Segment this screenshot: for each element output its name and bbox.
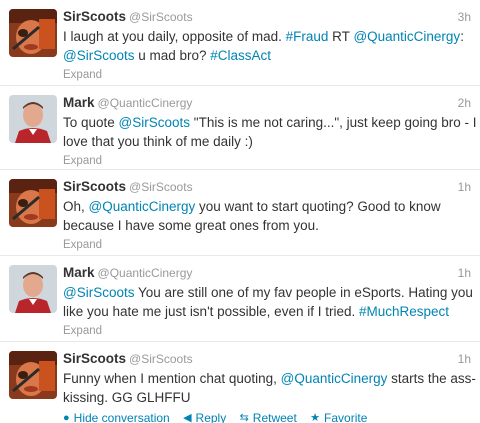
- tweet-timestamp[interactable]: 1h: [458, 178, 471, 196]
- mention-link[interactable]: @SirScoots: [63, 285, 134, 300]
- tweet-text: Oh,: [63, 199, 89, 214]
- tweet-fullname[interactable]: SirScoots: [63, 9, 126, 24]
- tweet-fullname[interactable]: Mark: [63, 95, 95, 110]
- tweet-actions: ● Hide conversation ◀ Reply ⇆ Retweet ★ …: [63, 409, 471, 423]
- tweet-text-line: @SirScoots u mad bro? #ClassAct: [63, 47, 471, 66]
- tweet-text-line: Funny when I mention chat quoting, @Quan…: [63, 370, 476, 389]
- tweet-text-line: To quote @SirScoots "This is me not cari…: [63, 114, 477, 133]
- retweet-label: Retweet: [252, 411, 297, 423]
- tweet-text: RT: [328, 29, 354, 44]
- tweet-text: because I have some great ones from you.: [63, 217, 319, 233]
- tweet-text-line: I laugh at you daily, opposite of mad. #…: [63, 28, 471, 47]
- mention-link[interactable]: @SirScoots: [119, 115, 190, 130]
- mention-link[interactable]: @SirScoots: [63, 48, 134, 63]
- tweet[interactable]: Mark @QuanticCinergy 1h @SirScoots You ar…: [0, 256, 480, 342]
- tweet-fullname[interactable]: SirScoots: [63, 179, 126, 194]
- tweet-timestamp[interactable]: 2h: [458, 94, 471, 112]
- conversation-timeline: SirScoots @SirScoots 3h I laugh at you da…: [0, 0, 480, 423]
- mention-link[interactable]: @QuanticCinergy: [281, 371, 388, 386]
- tweet-text: Funny when I mention chat quoting,: [63, 371, 281, 386]
- avatar-mark[interactable]: [9, 265, 57, 313]
- tweet-text-line: @SirScoots You are still one of my fav p…: [63, 284, 473, 303]
- tweet-fullname[interactable]: SirScoots: [63, 351, 126, 366]
- tweet[interactable]: SirScoots @SirScoots 1h Oh, @QuanticCiner…: [0, 170, 480, 256]
- expand-link[interactable]: Expand: [63, 323, 471, 339]
- avatar-sirscoots[interactable]: [9, 9, 57, 57]
- tweet-text-line: kissing. GG GLHFFU: [63, 389, 471, 408]
- hide-conversation-button[interactable]: ● Hide conversation: [63, 410, 170, 423]
- hashtag-link[interactable]: #Fraud: [286, 29, 329, 44]
- avatar-sirscoots-image: [9, 9, 57, 57]
- tweet[interactable]: SirScoots @SirScoots 1h Funny when I ment…: [0, 342, 480, 423]
- reply-label: Reply: [195, 411, 227, 423]
- expand-link[interactable]: Expand: [63, 237, 471, 253]
- tweet-text: starts the ass-: [387, 371, 476, 386]
- tweet-username[interactable]: @QuanticCinergy: [98, 266, 193, 280]
- tweet-text-line: love that you think of me daily :): [63, 133, 471, 152]
- favorite-label: Favorite: [324, 411, 368, 423]
- tweet-timestamp[interactable]: 1h: [458, 264, 471, 282]
- avatar-mark[interactable]: [9, 95, 57, 143]
- tweet-text: You are still one of my fav people in eS…: [134, 285, 473, 300]
- collapse-dot-icon: ●: [63, 412, 70, 423]
- star-icon: ★: [310, 412, 321, 423]
- mention-link[interactable]: @QuanticCinergy: [89, 199, 196, 214]
- avatar-mark-image: [9, 95, 57, 143]
- tweet-text-line: like you hate me just isn't possible, ev…: [63, 303, 471, 322]
- reply-arrow-icon: ◀: [183, 412, 192, 423]
- tweet-username[interactable]: @SirScoots: [129, 352, 193, 366]
- reply-button[interactable]: ◀ Reply: [183, 410, 226, 423]
- retweet-button[interactable]: ⇆ Retweet: [240, 410, 297, 423]
- avatar-sirscoots[interactable]: [9, 351, 57, 399]
- tweet-text: u mad bro?: [134, 47, 211, 63]
- avatar-sirscoots-image: [9, 179, 57, 227]
- avatar-mark-image: [9, 265, 57, 313]
- hashtag-link[interactable]: #MuchRespect: [359, 304, 449, 319]
- favorite-button[interactable]: ★ Favorite: [310, 410, 367, 423]
- tweet-text-line: because I have some great ones from you.: [63, 217, 471, 236]
- expand-link[interactable]: Expand: [63, 153, 471, 169]
- mention-link[interactable]: @QuanticCinergy: [353, 29, 460, 44]
- tweet-text: :: [460, 29, 464, 44]
- avatar-sirscoots-image: [9, 351, 57, 399]
- tweet-username[interactable]: @SirScoots: [129, 10, 193, 24]
- tweet[interactable]: Mark @QuanticCinergy 2h To quote @SirScoo…: [0, 86, 480, 170]
- hashtag-link[interactable]: #ClassAct: [210, 48, 271, 63]
- tweet-username[interactable]: @SirScoots: [129, 180, 193, 194]
- hide-conversation-label: Hide conversation: [73, 411, 170, 423]
- tweet-text: kissing. GG GLHFFU: [63, 389, 191, 405]
- expand-link[interactable]: Expand: [63, 67, 471, 83]
- tweet-text: "This is me not caring...", just keep go…: [190, 115, 477, 130]
- tweet-text: you want to start quoting? Good to know: [195, 199, 441, 214]
- tweet-text: like you hate me just isn't possible, ev…: [63, 303, 359, 319]
- tweet-fullname[interactable]: Mark: [63, 265, 95, 280]
- tweet-timestamp[interactable]: 3h: [458, 8, 471, 26]
- tweet-text: love that you think of me daily :): [63, 133, 253, 149]
- tweet-username[interactable]: @QuanticCinergy: [98, 96, 193, 110]
- retweet-icon: ⇆: [239, 412, 249, 423]
- tweet-text: I laugh at you daily, opposite of mad.: [63, 29, 286, 44]
- tweet[interactable]: SirScoots @SirScoots 3h I laugh at you da…: [0, 0, 480, 86]
- tweet-text-line: Oh, @QuanticCinergy you want to start qu…: [63, 198, 471, 217]
- avatar-sirscoots[interactable]: [9, 179, 57, 227]
- tweet-timestamp[interactable]: 1h: [458, 350, 471, 368]
- tweet-text: To quote: [63, 115, 119, 130]
